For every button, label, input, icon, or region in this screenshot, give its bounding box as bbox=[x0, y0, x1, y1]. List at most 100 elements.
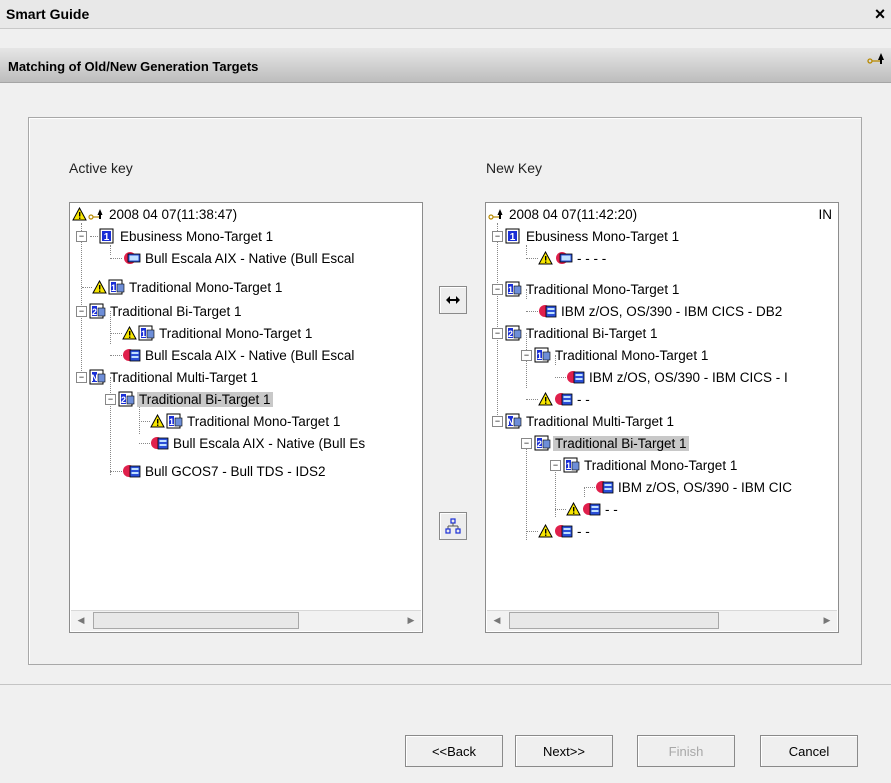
active-key-tree-viewport: 2008 04 07(11:38:47) − 1 Ebusiness Mono-… bbox=[70, 203, 422, 608]
collapse-icon[interactable]: − bbox=[76, 305, 87, 317]
tree-row-label: Bull GCOS7 - Bull TDS - IDS2 bbox=[145, 463, 326, 479]
collapse-icon[interactable]: − bbox=[521, 437, 532, 449]
svg-text:1: 1 bbox=[537, 351, 542, 361]
platform-icon bbox=[582, 501, 602, 517]
tree-row-label: IBM z/OS, OS/390 - IBM CIC bbox=[618, 479, 793, 495]
collapse-icon[interactable]: − bbox=[492, 415, 503, 427]
tree-row[interactable]: 1 Traditional Mono-Target 1 bbox=[82, 276, 284, 298]
tree-row[interactable]: − 1 Traditional Mono-Target 1 bbox=[521, 344, 710, 366]
tree-row[interactable]: − 1 Ebusiness Mono-Target 1 bbox=[492, 225, 681, 247]
tree-row[interactable]: - - bbox=[555, 498, 620, 520]
collapse-icon[interactable]: − bbox=[76, 371, 87, 383]
tree-row-label: Traditional Mono-Target 1 bbox=[187, 413, 341, 429]
collapse-icon[interactable]: − bbox=[492, 283, 503, 295]
tree-row-label: Bull Escala AIX - Native (Bull Es bbox=[173, 435, 366, 451]
tree-row[interactable]: − N Traditional Multi-Target 1 bbox=[76, 366, 260, 388]
collapse-icon[interactable]: − bbox=[550, 459, 561, 471]
tree-row-label: Traditional Bi-Target 1 bbox=[137, 391, 273, 407]
tree-row-label: Traditional Multi-Target 1 bbox=[526, 413, 675, 429]
tree-row[interactable]: Bull Escala AIX - Native (Bull Escal bbox=[110, 247, 356, 269]
tree-connector bbox=[110, 471, 122, 472]
platform-icon bbox=[595, 479, 615, 495]
tree-connector bbox=[526, 531, 538, 532]
tree-row[interactable]: − N Traditional Multi-Target 1 bbox=[492, 410, 676, 432]
tree-row[interactable]: IBM z/OS, OS/390 - IBM CIC bbox=[584, 476, 794, 498]
tree-row-selected[interactable]: − 2 Traditional Bi-Target 1 bbox=[521, 432, 689, 454]
scroll-right-icon[interactable]: ▶ bbox=[820, 613, 834, 627]
warning-icon bbox=[122, 325, 137, 341]
tree-row[interactable]: - - bbox=[526, 520, 592, 542]
horizontal-scrollbar[interactable]: ◀ ▶ bbox=[487, 610, 837, 631]
horizontal-scrollbar[interactable]: ◀ ▶ bbox=[71, 610, 421, 631]
scroll-left-icon[interactable]: ◀ bbox=[74, 613, 88, 627]
close-button[interactable]: × bbox=[871, 4, 889, 24]
tree-connector bbox=[90, 236, 98, 237]
scroll-left-icon[interactable]: ◀ bbox=[490, 613, 504, 627]
tree-row[interactable]: 1 Traditional Mono-Target 1 bbox=[110, 322, 314, 344]
platform-icon bbox=[122, 347, 142, 363]
svg-text:1: 1 bbox=[104, 232, 110, 243]
collapse-icon[interactable]: − bbox=[76, 230, 87, 242]
tree-row-root[interactable]: 2008 04 07(11:38:47) bbox=[72, 203, 239, 225]
mono-target-icon: 1 bbox=[534, 347, 552, 363]
tree-row-label: Traditional Bi-Target 1 bbox=[110, 303, 242, 319]
collapse-icon[interactable]: − bbox=[492, 327, 503, 339]
active-key-tree[interactable]: 2008 04 07(11:38:47) − 1 Ebusiness Mono-… bbox=[69, 202, 423, 633]
warning-icon bbox=[150, 413, 165, 429]
tree-row[interactable]: IBM z/OS, OS/390 - IBM CICS - I bbox=[555, 366, 790, 388]
tree-row-label: - - bbox=[577, 391, 590, 407]
multi-target-icon: N bbox=[89, 369, 107, 385]
svg-text:1: 1 bbox=[169, 417, 174, 427]
scrollbar-thumb[interactable] bbox=[93, 612, 299, 629]
footer-divider bbox=[0, 684, 891, 685]
svg-text:N: N bbox=[91, 373, 98, 383]
tree-row[interactable]: − 1 Ebusiness Mono-Target 1 bbox=[76, 225, 275, 247]
tree-row[interactable]: − 2 Traditional Bi-Target 1 bbox=[492, 322, 660, 344]
tree-row[interactable]: IBM z/OS, OS/390 - IBM CICS - DB2 bbox=[526, 300, 784, 322]
svg-text:1: 1 bbox=[566, 461, 571, 471]
collapse-icon[interactable]: − bbox=[492, 230, 503, 242]
bi-target-icon: 2 bbox=[89, 303, 107, 319]
mono-target-icon: 1 bbox=[505, 228, 523, 244]
next-button[interactable]: Next>> bbox=[515, 735, 613, 767]
tree-row[interactable]: Bull GCOS7 - Bull TDS - IDS2 bbox=[110, 460, 328, 482]
tree-row-label: 2008 04 07(11:38:47) bbox=[109, 206, 238, 222]
platform-icon bbox=[554, 391, 574, 407]
tree-row[interactable]: − 1 Traditional Mono-Target 1 bbox=[550, 454, 739, 476]
back-button[interactable]: <<Back bbox=[405, 735, 503, 767]
tree-row[interactable]: − 1 Traditional Mono-Target 1 bbox=[492, 278, 681, 300]
tree-link-button[interactable] bbox=[439, 512, 467, 540]
tree-row-label: - - bbox=[605, 501, 618, 517]
tree-connector bbox=[110, 258, 122, 259]
svg-text:1: 1 bbox=[141, 329, 146, 339]
tree-connector bbox=[555, 509, 566, 510]
tree-connector bbox=[584, 487, 585, 497]
tree-connector bbox=[139, 443, 150, 444]
tree-row-label: Traditional Mono-Target 1 bbox=[584, 457, 738, 473]
tree-connector bbox=[110, 333, 122, 334]
key-icon bbox=[88, 206, 106, 222]
tree-row[interactable]: Bull Escala AIX - Native (Bull Es bbox=[139, 432, 367, 454]
scroll-right-icon[interactable]: ▶ bbox=[404, 613, 418, 627]
collapse-icon[interactable]: − bbox=[105, 393, 116, 405]
bi-target-icon: 2 bbox=[118, 391, 136, 407]
platform-icon bbox=[538, 303, 558, 319]
tree-row[interactable]: Bull Escala AIX - Native (Bull Escal bbox=[110, 344, 356, 366]
tree-row[interactable]: - - bbox=[526, 388, 592, 410]
tree-row-root[interactable]: 2008 04 07(11:42:20) IN bbox=[488, 203, 834, 225]
tree-row[interactable]: - - - - bbox=[526, 247, 608, 269]
cancel-button[interactable]: Cancel bbox=[760, 735, 858, 767]
tree-row[interactable]: 1 Traditional Mono-Target 1 bbox=[139, 410, 342, 432]
tree-connector bbox=[526, 311, 538, 312]
tree-row-selected[interactable]: − 2 Traditional Bi-Target 1 bbox=[105, 388, 273, 410]
collapse-icon[interactable]: − bbox=[521, 349, 532, 361]
new-key-tree[interactable]: 2008 04 07(11:42:20) IN − 1 Ebusiness Mo… bbox=[485, 202, 839, 633]
tree-row[interactable]: − 2 Traditional Bi-Target 1 bbox=[76, 300, 244, 322]
scrollbar-thumb[interactable] bbox=[509, 612, 719, 629]
map-target-button[interactable] bbox=[439, 286, 467, 314]
finish-button[interactable]: Finish bbox=[637, 735, 735, 767]
svg-text:1: 1 bbox=[508, 285, 513, 295]
svg-text:2: 2 bbox=[121, 395, 126, 405]
tree-connector bbox=[526, 258, 538, 259]
svg-text:2: 2 bbox=[508, 329, 513, 339]
